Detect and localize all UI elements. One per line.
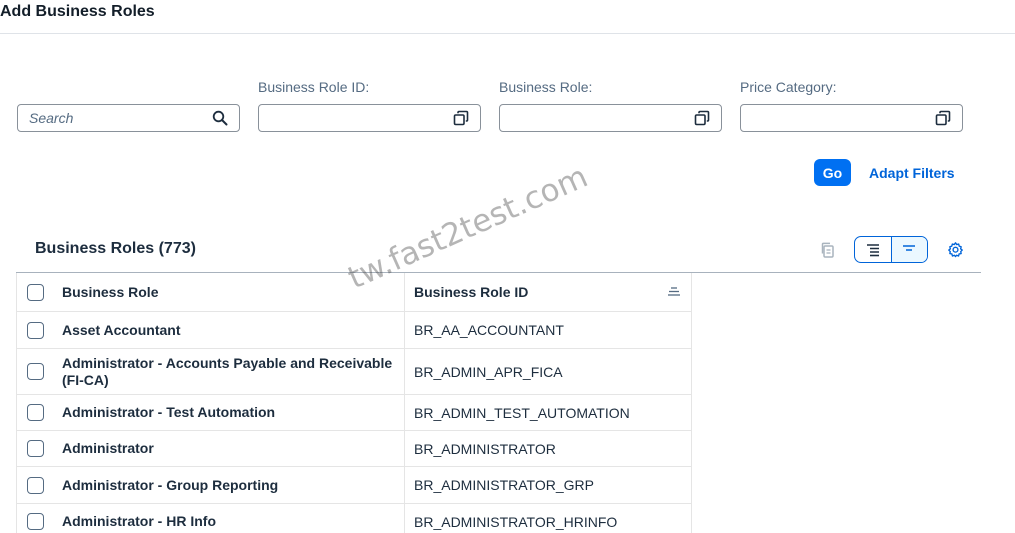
business-role-id-cell: BR_ADMIN_TEST_AUTOMATION xyxy=(414,404,630,421)
business-role-field[interactable] xyxy=(499,104,722,132)
row-select-cell xyxy=(17,395,53,430)
row-checkbox[interactable] xyxy=(26,363,44,380)
business-role-id-cell: BR_AA_ACCOUNTANT xyxy=(414,322,564,338)
column-menu-icon[interactable] xyxy=(667,284,681,300)
table-row[interactable]: Administrator BR_ADMINISTRATOR xyxy=(16,431,692,467)
price-category-label: Price Category: xyxy=(740,79,837,95)
business-role-id-cell: BR_ADMIN_APR_FICA xyxy=(414,363,563,380)
row-select-cell xyxy=(17,504,53,533)
business-role-cell: Administrator xyxy=(53,431,405,466)
search-field[interactable]: Search xyxy=(17,104,240,132)
dialog-title: Add Business Roles xyxy=(0,3,155,20)
row-display-toggle xyxy=(854,236,928,263)
table-row[interactable]: Administrator - Accounts Payable and Rec… xyxy=(16,349,692,395)
column-header-business-role-id[interactable]: Business Role ID xyxy=(405,273,691,311)
table-row[interactable]: Administrator - Test Automation BR_ADMIN… xyxy=(16,395,692,431)
table-row[interactable]: Administrator - Group Reporting BR_ADMIN… xyxy=(16,467,692,504)
business-role-cell: Asset Accountant xyxy=(53,312,405,348)
business-role-id-label: Business Role ID: xyxy=(258,79,370,95)
value-help-icon[interactable] xyxy=(450,107,472,129)
row-checkbox[interactable] xyxy=(26,513,44,530)
row-select-cell xyxy=(17,349,53,394)
business-role-cell: Administrator - Group Reporting xyxy=(53,467,405,503)
table-row[interactable]: Administrator - HR Info BR_ADMINISTRATOR… xyxy=(16,504,692,533)
row-checkbox[interactable] xyxy=(26,440,44,457)
value-help-icon[interactable] xyxy=(932,107,954,129)
expand-rows-icon[interactable] xyxy=(855,237,891,262)
business-role-id-cell: BR_ADMINISTRATOR_HRINFO xyxy=(414,513,618,530)
adapt-filters-link[interactable]: Adapt Filters xyxy=(869,165,955,181)
table-header-row: Business Role Business Role ID xyxy=(16,273,692,312)
business-role-id-cell: BR_ADMINISTRATOR_GRP xyxy=(414,477,594,493)
row-select-cell xyxy=(17,312,53,348)
search-icon[interactable] xyxy=(209,107,231,129)
select-all-checkbox[interactable] xyxy=(26,283,44,301)
business-role-cell: Administrator - Test Automation xyxy=(53,395,405,430)
row-checkbox[interactable] xyxy=(26,321,44,339)
go-button[interactable]: Go xyxy=(814,159,851,186)
row-checkbox[interactable] xyxy=(26,476,44,494)
row-select-cell xyxy=(17,467,53,503)
business-role-id-field[interactable] xyxy=(258,104,481,132)
price-category-field[interactable] xyxy=(740,104,963,132)
row-select-cell xyxy=(17,431,53,466)
gear-icon[interactable] xyxy=(945,239,965,259)
select-all-cell xyxy=(17,273,53,311)
search-placeholder: Search xyxy=(29,110,74,126)
business-role-id-cell: BR_ADMINISTRATOR xyxy=(414,440,556,457)
business-role-label: Business Role: xyxy=(499,79,593,95)
copy-icon[interactable] xyxy=(818,240,838,260)
table-title: Business Roles (773) xyxy=(35,240,196,257)
column-header-business-role[interactable]: Business Role xyxy=(53,273,405,311)
business-role-cell: Administrator - Accounts Payable and Rec… xyxy=(53,349,405,394)
value-help-icon[interactable] xyxy=(691,107,713,129)
row-checkbox[interactable] xyxy=(26,404,44,421)
collapse-rows-icon[interactable] xyxy=(890,237,927,262)
business-role-cell: Administrator - HR Info xyxy=(53,504,405,533)
business-roles-table: Business Role Business Role ID Asset Acc… xyxy=(16,273,692,533)
column-header-label: Business Role ID xyxy=(414,284,529,300)
title-divider xyxy=(0,33,1015,34)
add-business-roles-dialog: Add Business Roles Search Business Role … xyxy=(0,0,1015,533)
table-row[interactable]: Asset Accountant BR_AA_ACCOUNTANT xyxy=(16,312,692,349)
